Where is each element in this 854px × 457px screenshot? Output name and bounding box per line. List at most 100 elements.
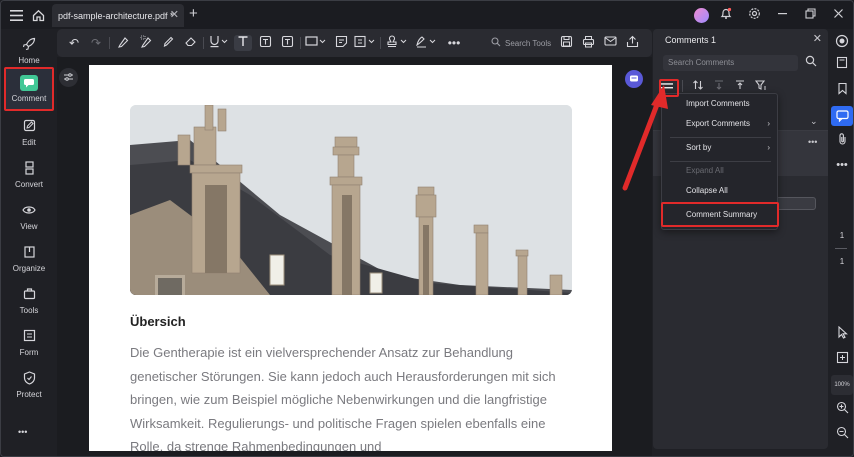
chevron-right-icon: ›: [767, 143, 770, 152]
nav-convert[interactable]: Convert: [4, 155, 54, 195]
more-icon[interactable]: •••: [831, 156, 853, 174]
share-icon[interactable]: [623, 35, 641, 51]
nav-tools[interactable]: Tools: [4, 281, 54, 321]
comment-box-icon[interactable]: [353, 35, 377, 51]
menu-item-label: Sort by: [686, 143, 712, 152]
app-window: pdf-sample-architecture.pdf * ✕ + Home C…: [0, 0, 854, 457]
home-icon[interactable]: [27, 4, 49, 26]
nav-tools-label: Tools: [19, 306, 39, 315]
textbox-icon[interactable]: [256, 35, 274, 51]
nav-form[interactable]: Form: [4, 323, 54, 363]
nav-more-icon[interactable]: •••: [18, 427, 27, 437]
highlighter-icon[interactable]: [114, 35, 132, 51]
filter-settings-icon[interactable]: [59, 68, 78, 87]
nav-home[interactable]: Home: [4, 31, 54, 71]
rocket-icon: [22, 37, 36, 53]
nav-form-label: Form: [19, 348, 39, 357]
section-heading: Übersich: [130, 314, 186, 329]
nav-view-label: View: [20, 222, 38, 231]
right-rail: ••• 1 1 100%: [828, 29, 853, 456]
window-controls: [694, 1, 853, 29]
bookmark-icon[interactable]: [831, 82, 853, 100]
page-divider: [835, 248, 847, 249]
menu-item-collapse-all[interactable]: Collapse All: [662, 180, 779, 202]
minimize-icon[interactable]: [771, 8, 793, 22]
comments-close-icon[interactable]: ✕: [813, 32, 822, 45]
nav-view[interactable]: View: [4, 197, 54, 237]
menu-item-export-comments[interactable]: Export Comments ›: [662, 113, 779, 135]
signature-icon[interactable]: [414, 35, 438, 51]
shape-rectangle-icon[interactable]: [304, 35, 328, 51]
restore-icon[interactable]: [799, 8, 821, 22]
toolbar-divider: [300, 37, 301, 49]
menu-item-label: Collapse All: [686, 186, 728, 195]
document-tab-title: pdf-sample-architecture.pdf *: [58, 10, 174, 21]
pdf-page: Übersich Die Gentherapie ist ein vielver…: [89, 65, 612, 451]
text-tool-icon[interactable]: [234, 35, 252, 51]
menu-item-import-comments[interactable]: Import Comments: [662, 93, 779, 115]
comment-summary-highlight: [661, 202, 779, 227]
comments-panel-icon[interactable]: [831, 106, 853, 126]
hamburger-menu-icon[interactable]: [5, 4, 27, 26]
fit-page-icon[interactable]: [831, 351, 853, 369]
search-icon[interactable]: [805, 55, 817, 70]
attachment-icon[interactable]: [831, 132, 853, 150]
new-tab-button[interactable]: +: [189, 5, 198, 22]
comment-more-icon[interactable]: •••: [808, 137, 817, 147]
bell-icon[interactable]: [715, 7, 737, 23]
undo-icon[interactable]: ↶: [65, 35, 83, 51]
print-icon[interactable]: [579, 35, 597, 51]
current-page-number[interactable]: 1: [831, 227, 853, 245]
tab-close-icon[interactable]: ✕: [170, 8, 179, 21]
nav-comment[interactable]: Comment: [4, 67, 54, 111]
nav-convert-label: Convert: [14, 180, 43, 189]
search-comments-input[interactable]: Search Comments: [663, 55, 798, 71]
page-thumbnails-icon[interactable]: [831, 56, 853, 74]
document-tab[interactable]: pdf-sample-architecture.pdf * ✕: [52, 4, 184, 27]
form-icon: [23, 329, 36, 345]
comment-icon: [20, 75, 38, 91]
email-icon[interactable]: [601, 35, 619, 51]
select-cursor-icon[interactable]: [831, 325, 853, 344]
nav-organize[interactable]: Organize: [4, 239, 54, 279]
stamp-icon[interactable]: [385, 35, 409, 51]
nav-protect-label: Protect: [16, 390, 42, 399]
title-bar: pdf-sample-architecture.pdf * ✕ +: [1, 1, 853, 29]
reply-input[interactable]: [776, 197, 816, 210]
window-close-icon[interactable]: [827, 8, 849, 22]
underline-icon[interactable]: [207, 35, 231, 51]
nav-protect[interactable]: Protect: [4, 365, 54, 405]
ai-logo-icon[interactable]: [831, 34, 853, 52]
menu-item-sort-by[interactable]: Sort by ›: [662, 137, 779, 159]
body-paragraph: Die Gentherapie ist ein vielversprechend…: [130, 345, 556, 451]
chevron-down-icon[interactable]: ⌄: [810, 116, 818, 127]
toolbar-divider: [380, 37, 381, 49]
toolbar-divider: [109, 37, 110, 49]
menu-item-label: Export Comments: [686, 119, 751, 128]
settings-gear-icon[interactable]: [743, 7, 765, 23]
nav-home-label: Home: [18, 56, 40, 65]
edit-icon: [23, 119, 36, 135]
nav-edit[interactable]: Edit: [4, 113, 54, 153]
toolbar-divider: [203, 37, 204, 49]
comments-panel-title: Comments 1: [665, 35, 717, 45]
avatar[interactable]: [694, 7, 709, 23]
nav-organize-label: Organize: [12, 264, 46, 273]
ai-assistant-icon[interactable]: [625, 70, 643, 88]
pencil-icon[interactable]: [159, 35, 177, 51]
sticky-note-icon[interactable]: [332, 35, 350, 51]
eraser-icon[interactable]: [181, 35, 199, 51]
area-highlight-icon[interactable]: [137, 35, 155, 51]
more-tools-icon[interactable]: •••: [445, 35, 463, 51]
zoom-out-icon[interactable]: [831, 426, 853, 444]
menu-button-highlight: [659, 79, 679, 97]
total-pages: 1: [839, 257, 845, 266]
menu-item-label: Import Comments: [686, 99, 750, 108]
zoom-in-icon[interactable]: [831, 401, 853, 419]
redo-icon[interactable]: ↷: [87, 35, 105, 51]
callout-icon[interactable]: [278, 35, 296, 51]
search-tools[interactable]: Search Tools: [491, 37, 551, 49]
save-icon[interactable]: [557, 35, 575, 51]
annotation-toolbar: ↶ ↷ ••• Search Tools: [57, 29, 652, 57]
zoom-level[interactable]: 100%: [831, 375, 853, 395]
